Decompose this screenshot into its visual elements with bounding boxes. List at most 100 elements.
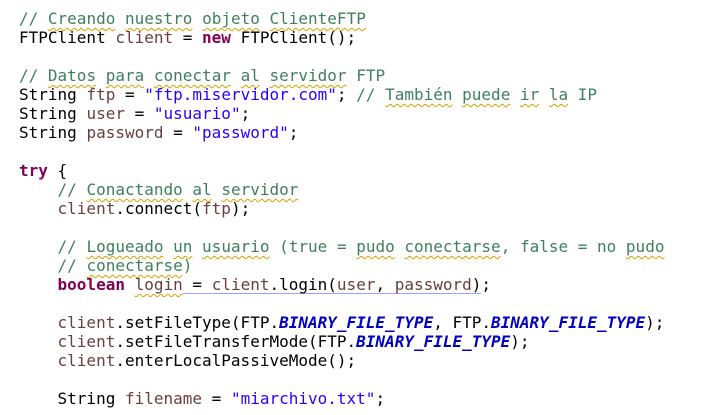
code-line[interactable]: ​ (19, 218, 664, 237)
code-token: ; (288, 123, 299, 142)
code-line[interactable]: ​ (19, 294, 664, 313)
comment-token (192, 237, 202, 256)
string-token: "password" (192, 123, 289, 142)
comment-token: , false = no (500, 237, 626, 256)
comment-token: para (105, 66, 145, 85)
comment-token: pudo (356, 237, 395, 256)
code-line[interactable]: String filename = "miarchivo.txt"; (19, 389, 664, 408)
code-token: ; (375, 389, 386, 408)
code-line[interactable]: ​ (19, 370, 664, 389)
code-token: ) (471, 275, 482, 294)
comment-token: al (192, 180, 212, 199)
constant-token: BINARY_FILE_TYPE (491, 313, 646, 332)
comment-token: puede (462, 85, 511, 104)
comment-token: ir (519, 85, 540, 104)
constant-token: BINARY_FILE_TYPE (279, 313, 434, 332)
string-token: "ftp.miservidor.com" (144, 85, 337, 104)
code-line[interactable]: String user = "usuario"; (19, 104, 664, 123)
code-token: , (375, 275, 395, 294)
variable-token: user (86, 104, 125, 123)
code-token: = (124, 104, 154, 123)
code-token: FTPClient (19, 28, 116, 47)
string-token: "usuario" (153, 104, 241, 123)
code-token: .setFileTransferMode(FTP. (115, 332, 357, 351)
variable-token: user (336, 275, 376, 294)
code-token: FTPClient(); (230, 28, 357, 47)
variable-token: client (57, 351, 116, 370)
code-token: ); (230, 199, 251, 218)
code-area[interactable]: // Creando nuestro objeto ClienteFTP FTPC… (19, 9, 664, 408)
code-line[interactable]: String ftp = "ftp.miservidor.com"; // Ta… (19, 85, 664, 104)
comment-token: // (57, 180, 87, 199)
comment-token (395, 237, 405, 256)
code-line[interactable]: client.setFileTransferMode(FTP.BINARY_FI… (19, 332, 664, 351)
code-token: = (202, 389, 231, 408)
code-line[interactable]: FTPClient client = new FTPClient(); (19, 28, 664, 47)
code-token: ; (336, 85, 357, 104)
code-line[interactable]: client.enterLocalPassiveMode(); (19, 351, 664, 370)
code-editor[interactable]: // Creando nuestro objeto ClienteFTP FTPC… (0, 0, 708, 415)
comment-token: // (57, 256, 87, 275)
comment-token: (true = (269, 237, 357, 256)
code-line[interactable]: // Datos para conectar al servidor FTP (19, 66, 664, 85)
variable-token: ftp (86, 85, 116, 104)
code-token: .setFileType(FTP. (115, 313, 280, 332)
code-token: String (57, 389, 125, 408)
comment-token: conectar (153, 66, 231, 85)
variable-token: password (394, 275, 472, 294)
comment-token: // (57, 237, 87, 256)
variable-token: client (211, 275, 270, 294)
code-token: .enterLocalPassiveMode(); (115, 351, 357, 370)
code-line[interactable]: String password = "password"; (19, 123, 664, 142)
keyword-token: boolean (57, 275, 125, 294)
comment-token (115, 9, 125, 28)
comment-token: ) (182, 256, 193, 275)
code-token: ; (481, 275, 492, 294)
code-line[interactable]: ​ (19, 142, 664, 161)
comment-token: Creando (47, 9, 116, 28)
code-line[interactable]: try { (19, 161, 664, 180)
comment-token (231, 66, 241, 85)
code-line[interactable]: // Creando nuestro objeto ClienteFTP (19, 9, 664, 28)
comment-token: También (385, 85, 453, 104)
comment-token: la (548, 85, 569, 104)
code-token: String (19, 85, 87, 104)
comment-token: conectarse (86, 256, 183, 275)
code-token: .login( (269, 275, 337, 294)
keyword-token: new (202, 28, 231, 47)
comment-token (212, 180, 222, 199)
variable-token: filename (124, 389, 203, 408)
code-token: ; (240, 104, 251, 123)
code-line[interactable]: // conectarse) (19, 256, 664, 275)
code-token: ); (645, 313, 665, 332)
variable-token: login (134, 275, 183, 294)
comment-token (260, 9, 270, 28)
code-line[interactable]: client.connect(ftp); (19, 199, 664, 218)
code-line[interactable]: client.setFileType(FTP.BINARY_FILE_TYPE,… (19, 313, 665, 332)
keyword-token: try (19, 161, 48, 180)
comment-token: objeto (202, 9, 260, 28)
comment-token (96, 66, 106, 85)
comment-token: conectarse (404, 237, 501, 256)
code-line[interactable]: // Logueado un usuario (true = pudo cone… (19, 237, 665, 256)
comment-token: usuario (202, 237, 270, 256)
comment-token (164, 237, 174, 256)
comment-token (144, 66, 154, 85)
code-token: ); (510, 332, 530, 351)
code-line[interactable]: // Conactando al servidor (19, 180, 664, 199)
code-line[interactable]: boolean login = client.login(user, passw… (19, 275, 664, 294)
variable-token: client (57, 332, 116, 351)
comment-token: al (240, 66, 260, 85)
code-token: { (47, 161, 68, 180)
code-line[interactable]: ​ (19, 47, 664, 66)
comment-token (539, 85, 549, 104)
code-token: String (19, 123, 87, 142)
